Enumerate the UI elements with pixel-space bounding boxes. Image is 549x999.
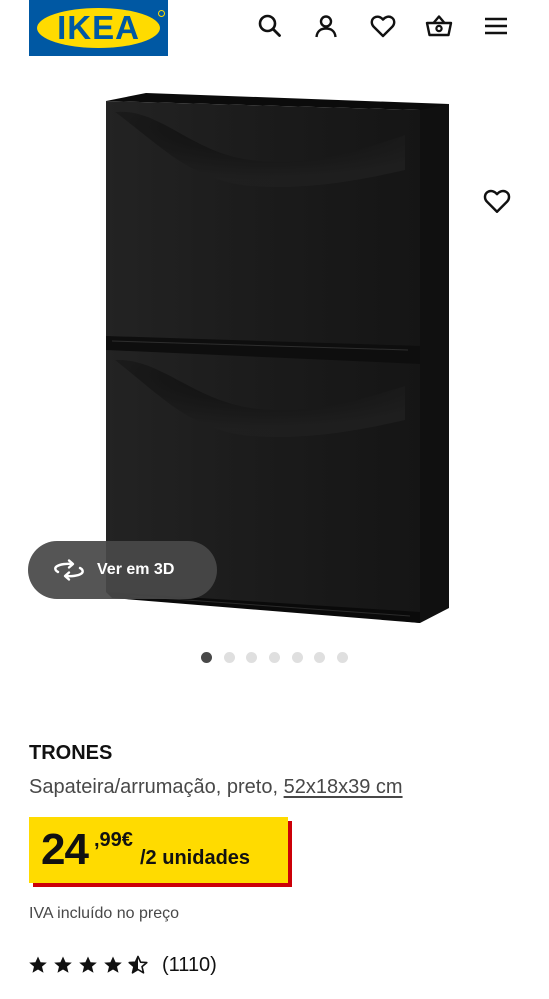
review-count: (1110) bbox=[162, 953, 217, 976]
star-full-icon bbox=[78, 955, 98, 975]
carousel-dot[interactable] bbox=[314, 652, 326, 663]
product-description: Sapateira/arrumação, preto, 52x18x39 cm bbox=[29, 776, 403, 799]
registered-mark-icon bbox=[158, 10, 165, 17]
carousel-dot[interactable] bbox=[291, 652, 303, 663]
star-half-icon bbox=[128, 955, 148, 975]
price-unit: /2 unidades bbox=[140, 847, 251, 869]
image-carousel-dots bbox=[201, 652, 360, 664]
star-full-icon bbox=[28, 955, 48, 975]
carousel-dot[interactable] bbox=[201, 652, 212, 663]
account-icon[interactable] bbox=[312, 12, 340, 40]
add-to-wishlist-icon[interactable] bbox=[482, 186, 512, 216]
carousel-dot[interactable] bbox=[246, 652, 258, 663]
price-decimal: ,99€ bbox=[94, 829, 133, 851]
carousel-dot[interactable] bbox=[223, 652, 235, 663]
star-full-icon bbox=[53, 955, 73, 975]
ikea-logo[interactable]: IKEA bbox=[29, 0, 168, 56]
product-description-text: Sapateira/arrumação, preto, bbox=[29, 776, 279, 798]
view-in-3d-button[interactable]: Ver em 3D bbox=[28, 541, 217, 599]
star-full-icon bbox=[103, 955, 123, 975]
price-tag: 24 ,99€ /2 unidades bbox=[29, 817, 288, 883]
product-dimensions-link[interactable]: 52x18x39 cm bbox=[284, 776, 403, 798]
product-rating[interactable]: (1110) bbox=[28, 953, 217, 977]
rotate-3d-icon bbox=[52, 557, 86, 583]
search-icon[interactable] bbox=[256, 12, 284, 40]
menu-icon[interactable] bbox=[482, 12, 510, 40]
logo-text: IKEA bbox=[57, 9, 140, 46]
view-in-3d-label: Ver em 3D bbox=[97, 561, 175, 578]
vat-note: IVA incluído no preço bbox=[29, 905, 180, 922]
site-header: IKEA bbox=[0, 0, 549, 60]
carousel-dot[interactable] bbox=[269, 652, 281, 663]
price-integer: 24 bbox=[41, 825, 89, 874]
product-name: TRONES bbox=[29, 742, 113, 764]
wishlist-icon[interactable] bbox=[369, 12, 397, 40]
basket-icon[interactable] bbox=[425, 12, 453, 40]
carousel-dot[interactable] bbox=[337, 652, 349, 663]
